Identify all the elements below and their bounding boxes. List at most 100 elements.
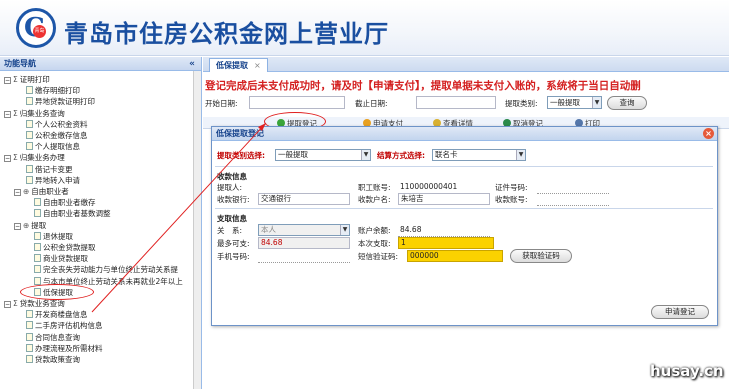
document-icon — [26, 310, 33, 319]
document-icon — [34, 254, 41, 263]
max-withdraw-label: 最多可支: — [217, 239, 250, 248]
sidebar-item[interactable]: 个人提取信息 — [26, 141, 80, 152]
end-date-input[interactable] — [416, 96, 496, 109]
sidebar-item-label: 个人公积金资料 — [35, 119, 88, 129]
document-icon — [26, 119, 33, 128]
sms-code-input[interactable]: 000000 — [407, 250, 503, 262]
sidebar-item[interactable]: − Σ 归集业务查询 — [4, 108, 65, 119]
sidebar-item-label: 异地转入申请 — [35, 175, 80, 185]
tab-close-icon[interactable]: × — [254, 61, 261, 70]
balance-label: 账户余额: — [358, 226, 391, 235]
relation-select[interactable]: 本人 ▼ — [258, 224, 350, 236]
sidebar-item-label: 缴存明细打印 — [35, 86, 80, 96]
tab-bar: 低保提取 × — [203, 57, 729, 72]
sidebar-item-label: 自由职业者缴存 — [43, 198, 96, 208]
sidebar-item[interactable]: 商业贷款提取 — [34, 253, 88, 264]
document-icon — [26, 355, 33, 363]
sidebar-item[interactable]: 自由职业者基数调整 — [34, 208, 111, 219]
sidebar-item[interactable]: 借记卡变更 — [26, 164, 73, 175]
sidebar-scrollbar[interactable] — [193, 71, 201, 389]
max-withdraw-field: 84.68 — [258, 237, 350, 249]
tab-low-income-withdrawal[interactable]: 低保提取 × — [209, 58, 268, 72]
sidebar-item-label: 借记卡变更 — [35, 164, 73, 174]
this-withdraw-input[interactable]: 1 — [398, 237, 494, 249]
sidebar-item-label: 提取 — [31, 220, 47, 230]
header-banner: C 青岛 青岛市住房公积金网上营业厅 — [0, 0, 729, 56]
sidebar-item-label: 二手房评估机构信息 — [35, 321, 103, 331]
document-icon — [26, 321, 33, 330]
collapse-icon[interactable]: « — [189, 57, 195, 71]
collapse-toggle-icon[interactable]: − — [14, 222, 21, 230]
submit-registration-button[interactable]: 申请登记 — [651, 305, 709, 319]
bank-label: 收款银行: — [217, 195, 250, 204]
sidebar-item[interactable]: 公积金缴存信息 — [26, 130, 88, 141]
collapse-toggle-icon[interactable]: − — [14, 189, 21, 196]
withdraw-type-select[interactable]: 一般提取 ▼ — [547, 96, 602, 109]
phone-label: 手机号码: — [217, 252, 250, 261]
sidebar-item[interactable]: 合同信息查询 — [26, 332, 80, 343]
document-icon — [26, 332, 33, 341]
sidebar-item[interactable]: 开发商楼盘信息 — [26, 309, 88, 320]
sidebar-title: 功能导航 — [4, 59, 36, 68]
document-icon — [34, 265, 41, 274]
start-date-input[interactable] — [249, 96, 345, 109]
sidebar-item[interactable]: 贷款政策查询 — [26, 354, 80, 365]
divider — [215, 208, 713, 209]
sidebar-item[interactable]: − Σ 归集业务办理 — [4, 152, 65, 163]
collapse-toggle-icon[interactable]: − — [4, 110, 11, 118]
sigma-icon: Σ — [13, 108, 18, 118]
sidebar-item[interactable]: 退休提取 — [34, 231, 73, 242]
sidebar-item[interactable]: 公积金贷款提取 — [34, 242, 96, 253]
document-icon — [34, 209, 41, 218]
dialog-header: 低保提取登记 × — [212, 127, 717, 141]
sigma-icon: Σ — [13, 299, 18, 308]
sidebar-item[interactable]: 个人公积金资料 — [26, 119, 88, 130]
nav-tree: − Σ 证明打印 缴存明细打印 异地贷款证明打印 − Σ 归集业务查询 个人公积金资料 公积金缴存… — [0, 71, 201, 389]
payment-notice: 登记完成后未支付成功时，请及时【申请支付】，提取单据未支付入账的，系统将于当日自… — [205, 80, 641, 92]
folder-icon: ⊕ — [23, 220, 30, 230]
sidebar-item-label: 个人提取信息 — [35, 142, 80, 152]
sidebar-item-label: 完全丧失劳动能力与单位终止劳动关系提 — [43, 265, 178, 275]
sidebar-item-label: 合同信息查询 — [35, 332, 80, 342]
sidebar-item[interactable]: 自由职业者缴存 — [34, 197, 96, 208]
pay-section-title: 支取信息 — [217, 214, 247, 223]
receive-account-field — [537, 194, 609, 206]
logo-badge: 青岛 — [33, 25, 46, 38]
sidebar-item[interactable]: 办理流程及所需材料 — [26, 343, 103, 354]
sidebar-item[interactable]: 缴存明细打印 — [26, 85, 80, 96]
receive-section-title: 收款信息 — [217, 172, 247, 181]
sidebar-item-label: 公积金贷款提取 — [43, 243, 96, 252]
collapse-toggle-icon[interactable]: − — [4, 301, 11, 308]
relation-label: 关 系: — [217, 226, 243, 235]
sidebar-item[interactable]: − Σ 证明打印 — [4, 74, 50, 85]
settlement-select-label: 结算方式选择: — [377, 151, 425, 160]
sidebar-item[interactable]: − ⊕ 提取 — [14, 220, 46, 231]
sidebar-item[interactable]: 二手房评估机构信息 — [26, 320, 103, 331]
sidebar-item[interactable]: − ⊕ 自由职业者 — [14, 186, 69, 197]
dialog-withdraw-type-select[interactable]: 一般提取 ▼ — [275, 149, 371, 161]
collapse-toggle-icon[interactable]: − — [4, 155, 11, 163]
document-icon — [26, 175, 33, 184]
sidebar-item[interactable]: 异地转入申请 — [26, 175, 80, 186]
sidebar-item-label: 归集业务办理 — [19, 153, 65, 163]
sidebar-item-label: 商业贷款提取 — [43, 254, 88, 264]
chevron-down-icon: ▼ — [361, 150, 370, 160]
dialog-body: 提取类别选择: 一般提取 ▼ 结算方式选择: 联名卡 ▼ 收款信息 提取人: 职工账… — [212, 142, 717, 326]
collapse-toggle-icon[interactable]: − — [4, 77, 11, 84]
close-icon[interactable]: × — [703, 128, 714, 139]
balance-field: 84.68 — [398, 225, 490, 237]
get-sms-code-button[interactable]: 获取验证码 — [510, 249, 572, 263]
settlement-select[interactable]: 联名卡 ▼ — [432, 149, 526, 161]
sidebar-item[interactable]: 异地贷款证明打印 — [26, 96, 95, 107]
sidebar-item[interactable]: 完全丧失劳动能力与单位终止劳动关系提 — [34, 264, 178, 275]
sidebar-item-label: 贷款政策查询 — [35, 355, 80, 364]
start-date-label: 开始日期: — [205, 99, 238, 108]
query-button[interactable]: 查询 — [607, 96, 647, 110]
chevron-down-icon: ▼ — [340, 225, 349, 235]
sidebar-header: 功能导航 « — [0, 57, 201, 71]
sidebar-item-label: 自由职业者基数调整 — [43, 209, 111, 219]
document-icon — [34, 243, 41, 251]
withdraw-type-select-label: 提取类别选择: — [217, 151, 265, 160]
sidebar-item-label: 异地贷款证明打印 — [35, 97, 95, 107]
withdraw-type-value: 一般提取 — [550, 98, 580, 107]
